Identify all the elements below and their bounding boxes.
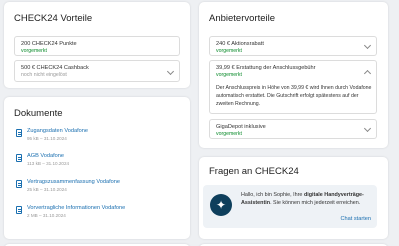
assistant-sparkle-icon: ✦ <box>210 194 232 216</box>
anbieter-anschlussgebuehr[interactable]: 39,99 € Erstattung der Anschlussgebühr v… <box>209 60 377 114</box>
anbieter-description: Der Anschlusspreis in Höhe von 39,99 € w… <box>216 85 372 107</box>
anbieter-gigadepot[interactable]: GigaDepot inklusive vorgemerkt <box>209 119 377 139</box>
chat-assistant-box: ✦ Hallo, ich bin Sophie, Ihre digitale H… <box>203 185 377 228</box>
vorteil-label: 500 € CHECK24 Cashback <box>21 65 89 71</box>
chat-intro-part: Hallo, ich bin Sophie, Ihre <box>241 192 304 198</box>
document-name[interactable]: Vertragszusammenfassung Vodafone <box>27 179 120 185</box>
card-title: CHECK24 Vorteile <box>14 13 93 24</box>
document-meta: 113 kB – 31.10.2024 <box>27 161 70 166</box>
document-icon <box>16 129 22 137</box>
chevron-up-icon[interactable] <box>363 69 372 78</box>
document-icon <box>16 180 22 188</box>
anbietervorteile-card: Anbietervorteile 240 € Aktionsrabatt vor… <box>199 2 388 148</box>
dokumente-card: Dokumente Zugangsdaten Vodafone 95 kB – … <box>4 97 190 239</box>
anbieter-status: vorgemerkt <box>216 48 242 54</box>
card-title: Anbietervorteile <box>209 13 276 24</box>
chevron-down-icon[interactable] <box>363 124 372 133</box>
chat-intro-part: . Sie können mich jederzeit erreichen. <box>270 199 361 206</box>
vorteil-label: 200 CHECK24 Punkte <box>21 41 77 47</box>
anbieter-label: GigaDepot inklusive <box>216 124 266 130</box>
anbieter-label: 39,99 € Erstattung der Anschlussgebühr <box>216 65 316 71</box>
document-meta: 95 kB – 31.10.2024 <box>27 136 67 141</box>
anbieter-aktionsrabatt[interactable]: 240 € Aktionsrabatt vorgemerkt <box>209 36 377 56</box>
chevron-down-icon[interactable] <box>363 41 372 50</box>
card-title: Dokumente <box>14 108 63 119</box>
vorteil-status: vorgemerkt <box>21 48 47 54</box>
chevron-down-icon[interactable] <box>166 67 175 76</box>
vorteil-punkte: 200 CHECK24 Punkte vorgemerkt <box>14 36 180 56</box>
document-meta: 2 MB – 31.10.2024 <box>27 213 66 218</box>
anbieter-label: 240 € Aktionsrabatt <box>216 41 264 47</box>
check24-vorteile-card: CHECK24 Vorteile 200 CHECK24 Punkte vorg… <box>4 2 190 88</box>
document-name[interactable]: Vorvertragliche Informationen Vodafone <box>27 205 125 211</box>
anbieter-status: vorgemerkt <box>216 72 242 78</box>
vorteil-status: noch nicht eingelöst <box>21 72 67 78</box>
document-meta: 25 kB – 31.10.2024 <box>27 187 67 192</box>
document-name[interactable]: Zugangsdaten Vodafone <box>27 128 88 134</box>
document-icon <box>16 154 22 162</box>
card-title: Fragen an CHECK24 <box>209 166 299 177</box>
chat-intro-text: Hallo, ich bin Sophie, Ihre digitale Han… <box>241 192 373 207</box>
document-name[interactable]: AGB Vodafone <box>27 153 64 159</box>
document-icon <box>16 206 22 214</box>
vorteil-cashback[interactable]: 500 € CHECK24 Cashback noch nicht eingel… <box>14 60 180 82</box>
anbieter-status: vorgemerkt <box>216 131 242 137</box>
chat-start-link[interactable]: Chat starten <box>341 216 371 222</box>
